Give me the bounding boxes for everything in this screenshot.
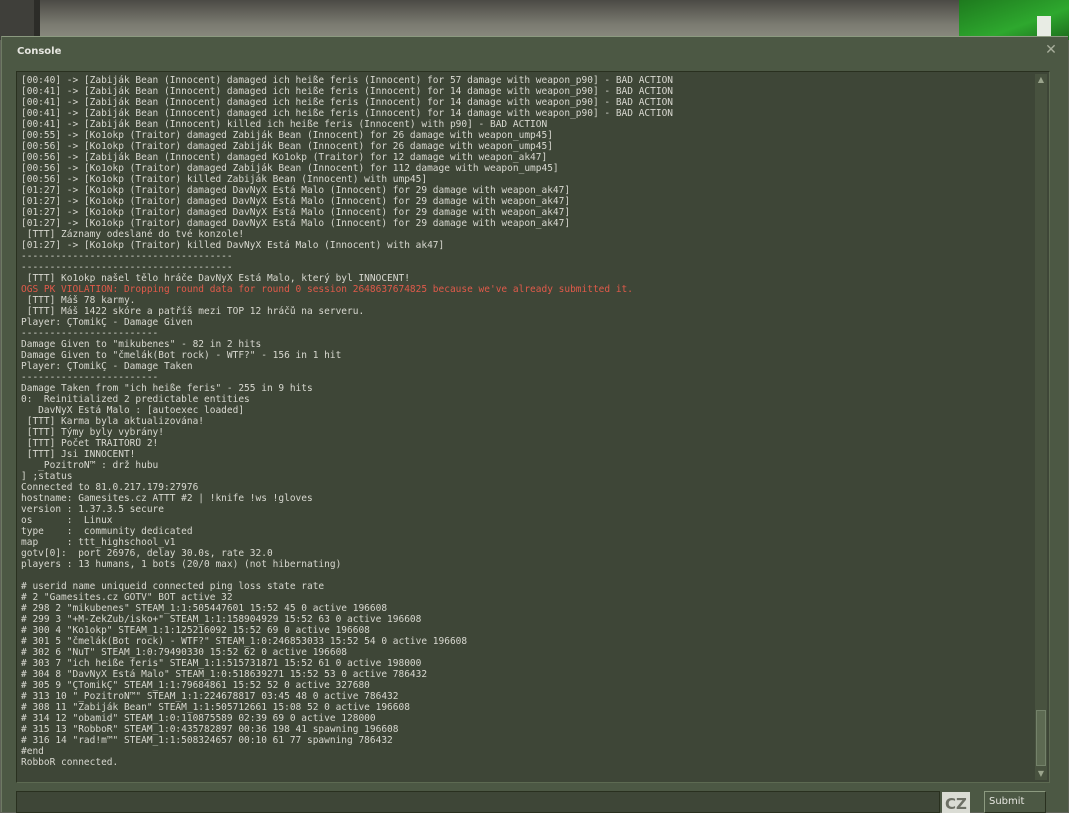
log-line: ] ;status — [21, 471, 73, 482]
console-window: Console ✕ [00:40] -> [Zabiják Bean (Inno… — [1, 36, 1068, 813]
log-line: [TTT] Máš 78 karmy. — [21, 295, 136, 306]
log-line: # 305 9 "ÇTomikÇ" STEAM_1:1:79684861 15:… — [21, 680, 370, 691]
log-line: 0: Reinitialized 2 predictable entities — [21, 394, 250, 405]
log-line: [TTT] Jsi INNOCENT! — [21, 449, 136, 460]
log-line: [01:27] -> [Ko1okp (Traitor) damaged Dav… — [21, 207, 571, 218]
log-line: ------------------------ — [21, 328, 159, 339]
log-line: [00:55] -> [Ko1okp (Traitor) damaged Zab… — [21, 130, 553, 141]
log-line: # 302 6 "NuT" STEAM_1:0:79490330 15:52 6… — [21, 647, 348, 658]
scroll-thumb[interactable] — [1036, 710, 1046, 766]
log-line: [00:40] -> [Zabiják Bean (Innocent) dama… — [21, 75, 674, 86]
log-line: # 316 14 "rad!m™" STEAM_1:1:508324657 00… — [21, 735, 393, 746]
arrow-down-icon[interactable]: ▼ — [1035, 768, 1047, 780]
log-line: players : 13 humans, 1 bots (20/0 max) (… — [21, 559, 342, 570]
console-log[interactable]: [00:40] -> [Zabiják Bean (Innocent) dama… — [16, 71, 1050, 783]
log-line: Player: ÇTomikÇ - Damage Taken — [21, 361, 193, 372]
log-line: Damage Taken from "ich heiße feris" - 25… — [21, 383, 313, 394]
log-line: # 2 "Gamesites.cz GOTV" BOT active 32 — [21, 592, 233, 603]
close-icon[interactable]: ✕ — [1044, 43, 1058, 57]
log-line: # 298 2 "mikubenes" STEAM_1:1:505447601 … — [21, 603, 388, 614]
log-line: type : community dedicated — [21, 526, 193, 537]
log-line: gotv[0]: port 26976, delay 30.0s, rate 3… — [21, 548, 273, 559]
log-line: os : Linux — [21, 515, 113, 526]
log-line: [00:41] -> [Zabiják Bean (Innocent) dama… — [21, 108, 674, 119]
log-line: # 308 11 "Zabiják Bean" STEAM_1:1:505712… — [21, 702, 410, 713]
log-line: [00:56] -> [Ko1okp (Traitor) damaged Zab… — [21, 163, 559, 174]
log-line: # 313 10 "_PozitroN™" STEAM_1:1:22467881… — [21, 691, 399, 702]
log-line: [TTT] Týmy byly vybrány! — [21, 427, 164, 438]
log-line: [01:27] -> [Ko1okp (Traitor) damaged Dav… — [21, 218, 571, 229]
log-line: [00:56] -> [Zabiják Bean (Innocent) dama… — [21, 152, 548, 163]
log-line: [00:56] -> [Ko1okp (Traitor) damaged Zab… — [21, 141, 553, 152]
log-line: Damage Given to "mikubenes" - 82 in 2 hi… — [21, 339, 262, 350]
log-line: # 299 3 "+M-ZekŽub/isko+" STEAM_1:1:1589… — [21, 614, 422, 625]
log-line: [00:41] -> [Zabiják Bean (Innocent) dama… — [21, 97, 674, 108]
log-line: ------------------------------------- — [21, 262, 233, 273]
log-line: Damage Given to "čmelák(Bot rock) - WTF?… — [21, 350, 342, 361]
log-line-error: OGS PK VIOLATION: Dropping round data fo… — [21, 284, 633, 295]
log-line: # 300 4 "Ko1okp" STEAM_1:1:125216092 15:… — [21, 625, 370, 636]
console-title: Console — [17, 46, 62, 57]
log-line: [TTT] Počet TRAITORŮ 2! — [21, 438, 159, 449]
command-input[interactable] — [16, 791, 940, 813]
log-line: Connected to 81.0.217.179:27976 — [21, 482, 199, 493]
arrow-up-icon[interactable]: ▲ — [1035, 74, 1047, 86]
log-line: _PozitroN™ : drž hubu — [21, 460, 159, 471]
log-line: [00:56] -> [Ko1okp (Traitor) killed Zabi… — [21, 174, 428, 185]
log-line: # 314 12 "obamid" STEAM_1:0:110875589 02… — [21, 713, 376, 724]
log-line: ------------------------------------- — [21, 251, 233, 262]
log-line: RobboR connected. — [21, 757, 119, 768]
log-line: [TTT] Záznamy odeslané do tvé konzole! — [21, 229, 245, 240]
scrollbar[interactable]: ▲ ▼ — [1035, 74, 1047, 780]
log-line: [01:27] -> [Ko1okp (Traitor) damaged Dav… — [21, 196, 571, 207]
log-lines: [00:40] -> [Zabiják Bean (Innocent) dama… — [21, 75, 1026, 768]
log-line: [01:27] -> [Ko1okp (Traitor) damaged Dav… — [21, 185, 571, 196]
background-green-area — [959, 0, 1069, 40]
log-line: ------------------------ — [21, 372, 159, 383]
log-line: [TTT] Máš 1422 skóre a patříš mezi TOP 1… — [21, 306, 365, 317]
log-line: DavNyX Está Malo : [autoexec loaded] — [21, 405, 245, 416]
game-background — [0, 0, 1069, 40]
submit-button[interactable]: Submit — [984, 791, 1046, 813]
log-line: hostname: Gamesites.cz ATTT #2 | !knife … — [21, 493, 313, 504]
log-line: [00:41] -> [Zabiják Bean (Innocent) kill… — [21, 119, 548, 130]
ime-indicator: CZ — [942, 792, 970, 813]
log-line: [00:41] -> [Zabiják Bean (Innocent) dama… — [21, 86, 674, 97]
log-line: Player: ÇTomikÇ - Damage Given — [21, 317, 193, 328]
log-line: [TTT] Ko1okp našel tělo hráče DavNyX Est… — [21, 273, 410, 284]
background-door-frame — [34, 0, 40, 40]
log-line: map : ttt_highschool_v1 — [21, 537, 176, 548]
log-line: # 304 8 "DavNyX Está Malo" STEAM_1:0:518… — [21, 669, 428, 680]
log-line: # userid name uniqueid connected ping lo… — [21, 581, 325, 592]
log-line: #end — [21, 746, 44, 757]
log-line: [TTT] Karma byla aktualizována! — [21, 416, 205, 427]
log-line: # 303 7 "ich heiße feris" STEAM_1:1:5157… — [21, 658, 422, 669]
log-line: [01:27] -> [Ko1okp (Traitor) killed DavN… — [21, 240, 445, 251]
log-line: # 315 13 "RobboR" STEAM_1:0:435782897 00… — [21, 724, 399, 735]
log-line: # 301 5 "čmelák(Bot rock) - WTF?" STEAM_… — [21, 636, 468, 647]
log-line: version : 1.37.3.5 secure — [21, 504, 164, 515]
